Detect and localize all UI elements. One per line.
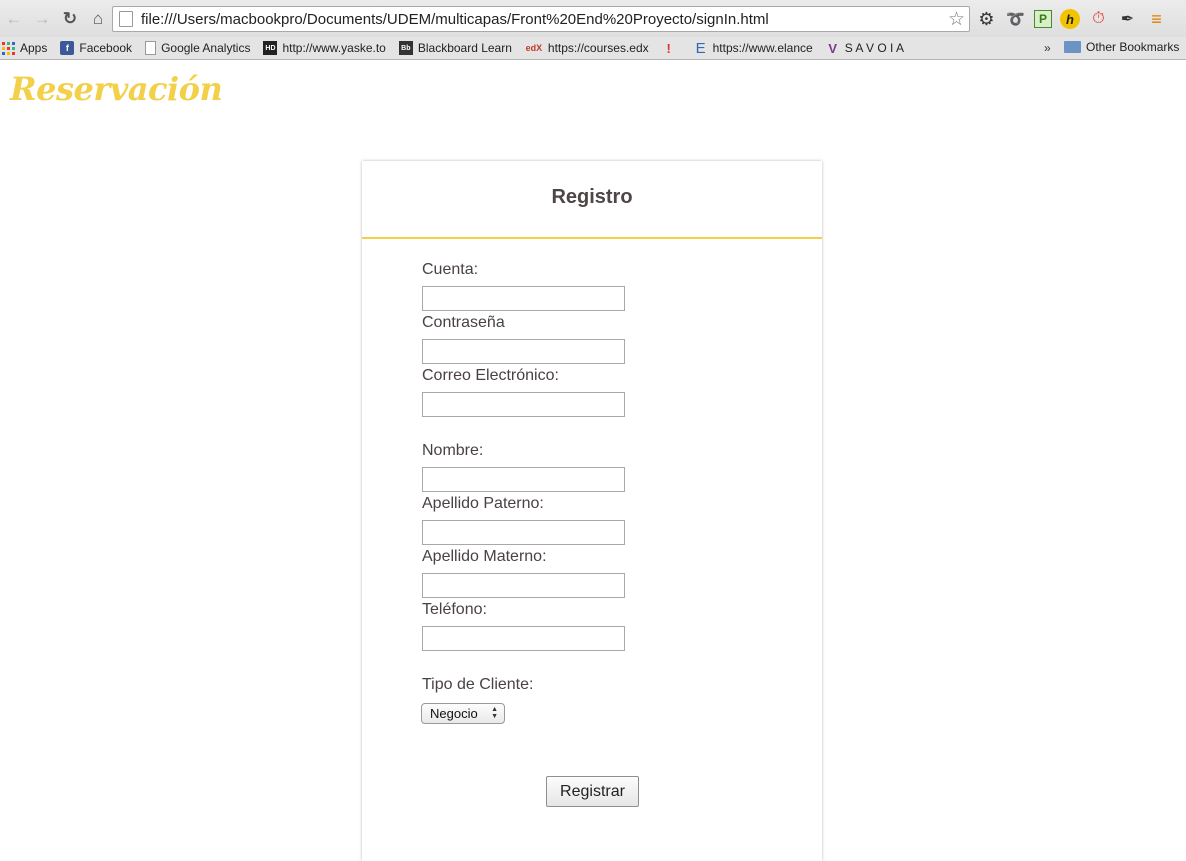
browser-toolbar: ← → ↻ ⌂ file:///Users/macbookpro/Documen… (0, 0, 1186, 37)
bookmark-facebook[interactable]: f Facebook (60, 41, 132, 55)
contrasena-input[interactable] (422, 339, 625, 364)
apellido-paterno-label: Apellido Paterno: (422, 495, 544, 512)
card-header: Registro (362, 161, 822, 239)
bookmarks-bar: Apps f Facebook Google Analytics HD http… (0, 37, 1186, 60)
tipo-cliente-select[interactable]: Negocio ▲ ▼ (421, 703, 505, 724)
edx-icon: edX (525, 43, 543, 53)
exclamation-icon: ! (666, 40, 671, 56)
bookmark-label: https://www.elance (712, 41, 813, 55)
back-arrow-icon[interactable]: ← (0, 5, 28, 33)
telefono-label: Teléfono: (422, 601, 487, 618)
hd-icon: HD (263, 41, 278, 55)
form-title: Registro (551, 185, 633, 208)
timer-icon[interactable]: ⏱ (1088, 9, 1109, 30)
pushbullet-icon[interactable]: P (1034, 10, 1052, 28)
bookmark-yaske[interactable]: HD http://www.yaske.to (263, 41, 386, 55)
contrasena-label: Contraseña (422, 314, 505, 331)
select-value: Negocio (430, 706, 478, 721)
savoia-icon: V (828, 40, 838, 56)
nombre-input[interactable] (422, 467, 625, 492)
url-text[interactable]: file:///Users/macbookpro/Documents/UDEM/… (141, 11, 769, 28)
cuenta-label: Cuenta: (422, 261, 479, 278)
elance-icon: E (695, 39, 706, 57)
bookmark-label: Other Bookmarks (1086, 40, 1180, 54)
registrar-button[interactable]: Registrar (546, 776, 639, 807)
home-icon[interactable]: ⌂ (84, 5, 112, 33)
bookmark-elance[interactable]: E https://www.elance (694, 39, 813, 57)
honey-icon[interactable]: h (1060, 9, 1080, 29)
bookmark-label: Facebook (79, 41, 133, 55)
forward-arrow-icon[interactable]: → (28, 5, 56, 33)
reload-icon[interactable]: ↻ (56, 5, 84, 33)
bookmark-google-analytics[interactable]: Google Analytics (145, 41, 250, 55)
blackboard-icon: Bb (398, 41, 413, 55)
apellido-materno-label: Apellido Materno: (422, 548, 547, 565)
bookmark-apps[interactable]: Apps (0, 41, 47, 55)
bookmark-savoia[interactable]: V S A V O I A (826, 40, 905, 56)
bookmark-label: Blackboard Learn (417, 41, 512, 55)
correo-input[interactable] (422, 392, 625, 417)
facebook-icon: f (60, 41, 75, 55)
folder-icon (1064, 41, 1081, 53)
page-icon (119, 11, 133, 27)
bookmark-other[interactable]: Other Bookmarks (1064, 40, 1179, 54)
menu-icon[interactable]: ≡ (1146, 9, 1167, 30)
gear-icon[interactable]: ⚙ (976, 9, 997, 30)
apps-grid-icon (2, 41, 15, 55)
correo-label: Correo Electrónico: (422, 367, 559, 384)
extension-icons: ⚙ ➰ P h ⏱ ✒ ≡ (976, 7, 1167, 31)
bookmark-blackboard[interactable]: Bb Blackboard Learn (398, 41, 512, 55)
bookmark-label: S A V O I A (844, 41, 905, 55)
apellido-materno-input[interactable] (422, 573, 625, 598)
feather-icon[interactable]: ➰ (1005, 9, 1026, 30)
telefono-input[interactable] (422, 626, 625, 651)
registration-card: Registro Cuenta: Contraseña Correo Elect… (362, 161, 822, 861)
bookmark-edx[interactable]: edX https://courses.edx (525, 41, 649, 55)
cuenta-input[interactable] (422, 286, 625, 311)
select-arrows-icon: ▲ ▼ (491, 706, 498, 720)
nombre-label: Nombre: (422, 442, 484, 459)
address-bar[interactable]: file:///Users/macbookpro/Documents/UDEM/… (112, 6, 970, 32)
bookmark-label: https://courses.edx (547, 41, 649, 55)
bookmark-star-icon[interactable]: ☆ (948, 8, 965, 31)
bookmark-label: Google Analytics (161, 41, 251, 55)
bookmarks-overflow-chevron[interactable]: » (1044, 41, 1051, 55)
bookmark-label: http://www.yaske.to (282, 41, 386, 55)
brand-logo[interactable]: Reservación (10, 70, 223, 108)
apellido-paterno-input[interactable] (422, 520, 625, 545)
tipo-cliente-label: Tipo de Cliente: (422, 676, 534, 693)
bookmark-label: Apps (20, 41, 48, 55)
eyedropper-icon[interactable]: ✒ (1117, 9, 1138, 30)
bookmark-warning[interactable]: ! (662, 40, 681, 56)
document-icon (145, 41, 157, 55)
